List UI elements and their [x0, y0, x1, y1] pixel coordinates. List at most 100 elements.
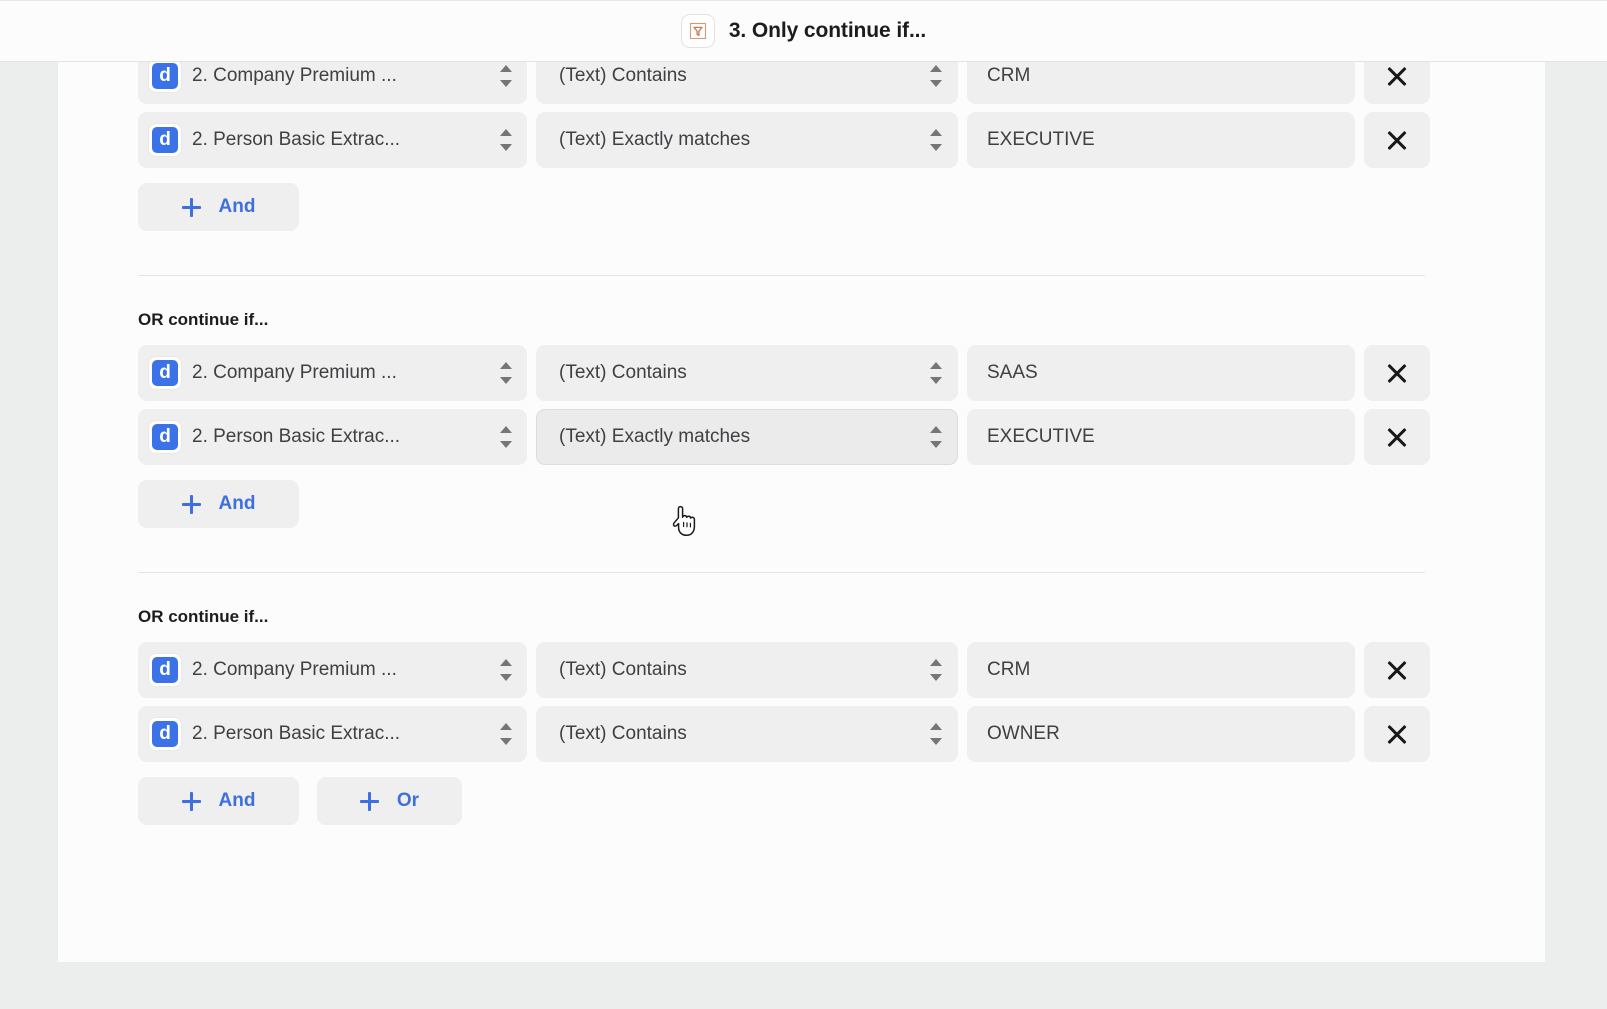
remove-condition-button[interactable] — [1364, 345, 1430, 401]
operator-select[interactable]: (Text) Contains — [536, 642, 958, 698]
group-heading: OR continue if... — [138, 310, 269, 329]
close-x-icon — [1385, 361, 1409, 385]
field-select-label: 2. Company Premium ... — [192, 659, 397, 680]
value-input-text: CRM — [987, 659, 1031, 680]
plus-icon — [181, 494, 201, 514]
group-add-buttons: And — [138, 183, 1545, 231]
up-down-chevron-icon[interactable] — [929, 129, 943, 151]
field-select-label: 2. Person Basic Extrac... — [192, 129, 401, 150]
up-down-chevron-icon[interactable] — [499, 65, 513, 87]
plus-icon — [359, 791, 379, 811]
up-down-chevron-icon[interactable] — [929, 723, 943, 745]
field-select[interactable]: d 2. Person Basic Extrac... — [138, 409, 527, 465]
up-down-chevron-icon[interactable] — [499, 426, 513, 448]
up-down-chevron-icon[interactable] — [929, 426, 943, 448]
app-icon-letter: d — [152, 63, 178, 89]
group-rows: d 2. Company Premium ... (Text) Contains SA… — [138, 345, 1545, 465]
field-select-label: 2. Person Basic Extrac... — [192, 426, 401, 447]
group-heading: OR continue if... — [138, 607, 269, 626]
dropcontact-d-icon: d — [148, 123, 182, 157]
add-button-label: Or — [396, 790, 420, 811]
condition-row: d 2. Company Premium ... (Text) Contains CR… — [138, 642, 1545, 698]
page-title: 3. Only continue if... — [728, 19, 927, 42]
plus-icon — [181, 791, 201, 811]
remove-condition-button[interactable] — [1364, 409, 1430, 465]
up-down-chevron-icon[interactable] — [499, 723, 513, 745]
close-x-icon — [1385, 425, 1409, 449]
remove-condition-button[interactable] — [1364, 706, 1430, 762]
app-icon-letter: d — [152, 424, 178, 450]
operator-select[interactable]: (Text) Exactly matches — [536, 409, 958, 465]
dropcontact-d-icon: d — [148, 356, 182, 390]
app-icon-letter: d — [152, 657, 178, 683]
value-input[interactable]: SAAS — [967, 345, 1355, 401]
add-button-label: And — [218, 196, 256, 217]
app-icon-letter: d — [152, 360, 178, 386]
field-select[interactable]: d 2. Person Basic Extrac... — [138, 706, 527, 762]
value-input[interactable]: CRM — [967, 62, 1355, 104]
dropcontact-d-icon: d — [148, 62, 182, 93]
add-button-label: And — [218, 790, 256, 811]
value-input-text: CRM — [987, 65, 1031, 86]
value-input[interactable]: CRM — [967, 642, 1355, 698]
up-down-chevron-icon[interactable] — [929, 659, 943, 681]
operator-select-label: (Text) Contains — [559, 65, 687, 86]
up-down-chevron-icon[interactable] — [499, 129, 513, 151]
group-divider — [138, 275, 1425, 276]
condition-group: OR continue if... d 2. Company Premium ...… — [138, 275, 1545, 528]
group-rows: d 2. Company Premium ... (Text) Contains CR… — [138, 62, 1545, 168]
close-x-icon — [1385, 128, 1409, 152]
add-and-condition-button[interactable]: And — [138, 777, 299, 825]
close-x-icon — [1385, 722, 1409, 746]
condition-row: d 2. Company Premium ... (Text) Contains SA… — [138, 345, 1545, 401]
condition-row: d 2. Person Basic Extrac... (Text) Exactly… — [138, 409, 1545, 465]
condition-row: d 2. Person Basic Extrac... (Text) Contain… — [138, 706, 1545, 762]
add-button-label: And — [218, 493, 256, 514]
field-select-label: 2. Company Premium ... — [192, 65, 397, 86]
condition-group: d 2. Company Premium ... (Text) Contains CR… — [138, 62, 1545, 231]
operator-select-label: (Text) Exactly matches — [559, 426, 751, 447]
value-input-text: SAAS — [987, 362, 1038, 383]
up-down-chevron-icon[interactable] — [499, 362, 513, 384]
value-input-text: EXECUTIVE — [987, 129, 1095, 150]
operator-select-label: (Text) Contains — [559, 362, 687, 383]
group-divider — [138, 572, 1425, 573]
close-x-icon — [1385, 64, 1409, 88]
app-icon-letter: d — [152, 127, 178, 153]
add-and-condition-button[interactable]: And — [138, 480, 299, 528]
field-select[interactable]: d 2. Person Basic Extrac... — [138, 112, 527, 168]
dropcontact-d-icon: d — [148, 717, 182, 751]
remove-condition-button[interactable] — [1364, 62, 1430, 104]
group-add-buttons: And — [138, 480, 1545, 528]
value-input[interactable]: EXECUTIVE — [967, 409, 1355, 465]
app-icon-letter: d — [152, 721, 178, 747]
field-select[interactable]: d 2. Company Premium ... — [138, 642, 527, 698]
conditions-container: d 2. Company Premium ... (Text) Contains CR… — [58, 62, 1545, 825]
field-select[interactable]: d 2. Company Premium ... — [138, 345, 527, 401]
operator-select-label: (Text) Contains — [559, 659, 687, 680]
group-rows: d 2. Company Premium ... (Text) Contains CR… — [138, 642, 1545, 762]
operator-select-label: (Text) Exactly matches — [559, 129, 751, 150]
up-down-chevron-icon[interactable] — [929, 362, 943, 384]
step-header: 3. Only continue if... — [0, 0, 1607, 62]
up-down-chevron-icon[interactable] — [499, 659, 513, 681]
dropcontact-d-icon: d — [148, 420, 182, 454]
remove-condition-button[interactable] — [1364, 642, 1430, 698]
condition-row: d 2. Company Premium ... (Text) Contains CR… — [138, 62, 1545, 104]
add-and-condition-button[interactable]: And — [138, 183, 299, 231]
operator-select[interactable]: (Text) Contains — [536, 706, 958, 762]
operator-select[interactable]: (Text) Contains — [536, 62, 958, 104]
close-x-icon — [1385, 658, 1409, 682]
add-or-condition-button[interactable]: Or — [317, 777, 462, 825]
field-select-label: 2. Person Basic Extrac... — [192, 723, 401, 744]
value-input[interactable]: EXECUTIVE — [967, 112, 1355, 168]
operator-select[interactable]: (Text) Contains — [536, 345, 958, 401]
field-select[interactable]: d 2. Company Premium ... — [138, 62, 527, 104]
value-input[interactable]: OWNER — [967, 706, 1355, 762]
filter-funnel-icon — [680, 14, 715, 48]
remove-condition-button[interactable] — [1364, 112, 1430, 168]
group-add-buttons: And Or — [138, 777, 1545, 825]
up-down-chevron-icon[interactable] — [929, 65, 943, 87]
operator-select[interactable]: (Text) Exactly matches — [536, 112, 958, 168]
condition-group: OR continue if... d 2. Company Premium ...… — [138, 572, 1545, 825]
